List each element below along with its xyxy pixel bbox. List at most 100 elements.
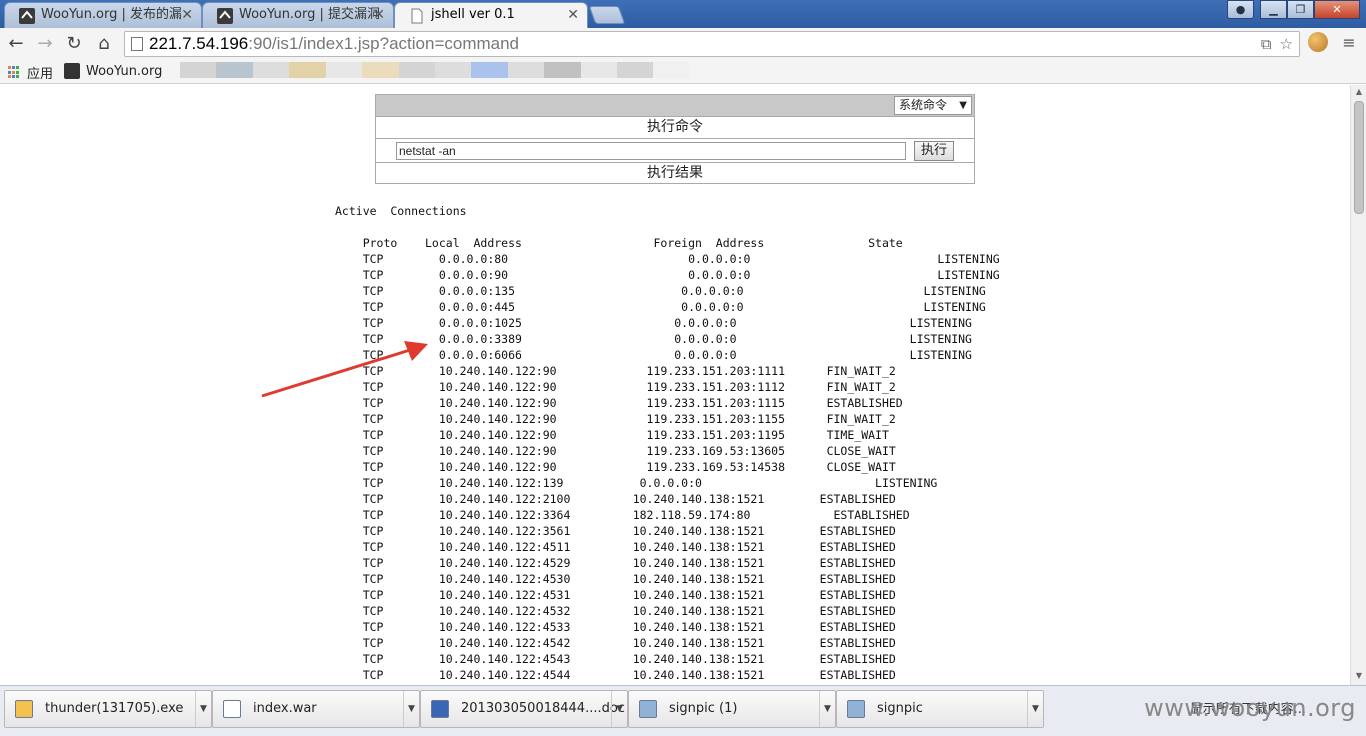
file-icon [223,700,241,718]
download-shelf: thunder(131705).exe ▼ index.war ▼ 201303… [0,685,1366,736]
tab-label: jshell ver 0.1 [431,7,515,22]
output-row: TCP 0.0.0.0:1025 0.0.0.0:0 LISTENING [362,316,972,330]
scroll-up-icon[interactable]: ▲ [1354,87,1364,97]
cookie-extension-icon[interactable] [1308,32,1328,52]
chevron-down-icon[interactable]: ▼ [195,691,211,727]
new-tab-button[interactable] [588,6,626,24]
chevron-down-icon[interactable]: ▼ [1027,691,1043,727]
chevron-down-icon[interactable]: ▼ [611,691,627,727]
output-row: TCP 10.240.140.122:139 0.0.0.0:0 LISTENI… [362,476,938,490]
exec-title: 执行命令 [376,116,974,138]
minimize-icon[interactable]: ▁ [1260,0,1287,19]
vertical-scrollbar[interactable]: ▲ ▼ [1350,85,1366,685]
page-content: 系统命令 ▼ 执行命令 netstat -an 执行 执行结果 Active C… [0,85,1350,685]
watermark: www.wooyun.org [1144,694,1356,722]
output-row: TCP 10.240.140.122:90 119.233.169.53:136… [362,444,896,458]
command-output: Active Connections Proto Local Address F… [335,203,1000,683]
forward-arrow-icon[interactable]: → [33,32,57,56]
dropdown-arrow-icon: ▼ [959,100,967,111]
scroll-down-icon[interactable]: ▼ [1354,671,1364,681]
image-file-icon [639,700,657,718]
output-column-header: Proto Local Address Foreign Address Stat… [335,236,903,250]
output-row: TCP 10.240.140.122:4511 10.240.140.138:1… [362,540,896,554]
output-row: TCP 0.0.0.0:90 0.0.0.0:0 LISTENING [362,268,1000,282]
home-icon[interactable]: ⌂ [92,32,116,56]
tab-label: WooYun.org | 发布的漏洞 [41,7,181,22]
address-bar[interactable]: 221.7.54.196:90/is1/index1.jsp?action=co… [124,31,1300,57]
bookmark-label: WooYun.org [86,63,163,79]
mode-select[interactable]: 系统命令 ▼ [894,96,972,115]
download-item[interactable]: 201303050018444....doc ▼ [420,690,628,728]
download-item[interactable]: signpic (1) ▼ [628,690,836,728]
star-icon[interactable]: ☆ [1280,35,1293,53]
execute-button[interactable]: 执行 [914,141,954,161]
output-row: TCP 0.0.0.0:6066 0.0.0.0:0 LISTENING [362,348,972,362]
scroll-thumb[interactable] [1354,101,1364,214]
output-row: TCP 0.0.0.0:445 0.0.0.0:0 LISTENING [362,300,986,314]
output-row: TCP 10.240.140.122:4542 10.240.140.138:1… [362,636,896,650]
tab-wooyun-published[interactable]: WooYun.org | 发布的漏洞 ✕ [4,2,202,28]
bookmark-wooyun[interactable]: WooYun.org [64,63,162,79]
address-host: 221.7.54.196 [149,34,249,53]
user-icon[interactable]: ● [1227,0,1254,19]
download-item[interactable]: thunder(131705).exe ▼ [4,690,212,728]
download-name: signpic (1) [669,701,738,716]
tab-close-icon[interactable]: ✕ [567,3,579,27]
bookmark-apps[interactable]: 应用 [8,63,53,82]
bookmarks-bar: 应用 WooYun.org [0,60,1366,84]
chevron-down-icon[interactable]: ▼ [403,691,419,727]
download-name: thunder(131705).exe [45,701,184,716]
download-name: 201303050018444....doc [461,701,625,716]
output-row: TCP 10.240.140.122:4529 10.240.140.138:1… [362,556,896,570]
command-form: netstat -an 执行 [376,138,974,162]
maximize-icon[interactable]: ❐ [1287,0,1314,19]
tab-jshell[interactable]: jshell ver 0.1 ✕ [394,2,588,29]
download-item[interactable]: signpic ▼ [836,690,1044,728]
window-close-icon[interactable]: ✕ [1314,0,1360,19]
panel-header: 系统命令 ▼ [376,95,974,116]
back-arrow-icon[interactable]: ← [4,32,28,56]
tab-close-icon[interactable]: ✕ [373,3,385,27]
output-row: TCP 10.240.140.122:4531 10.240.140.138:1… [362,588,896,602]
result-title: 执行结果 [376,162,974,184]
wooyun-favicon-icon [217,8,233,24]
page-icon [409,8,425,24]
output-row: TCP 10.240.140.122:90 119.233.169.53:145… [362,460,896,474]
output-rows: TCP 0.0.0.0:80 0.0.0.0:0 LISTENING TCP 0… [335,252,1000,682]
output-row: TCP 10.240.140.122:90 119.233.151.203:11… [362,396,903,410]
download-name: index.war [253,701,317,716]
download-item[interactable]: index.war ▼ [212,690,420,728]
output-row: TCP 10.240.140.122:3561 10.240.140.138:1… [362,524,896,538]
menu-icon[interactable]: ≡ [1340,32,1358,54]
output-row: TCP 10.240.140.122:2100 10.240.140.138:1… [362,492,896,506]
output-row: TCP 10.240.140.122:4533 10.240.140.138:1… [362,620,896,634]
tab-close-icon[interactable]: ✕ [181,3,193,27]
tab-strip: WooYun.org | 发布的漏洞 ✕ WooYun.org | 提交漏洞 ✕… [0,0,1366,29]
jshell-command-panel: 系统命令 ▼ 执行命令 netstat -an 执行 执行结果 [375,94,975,184]
output-row: TCP 10.240.140.122:4532 10.240.140.138:1… [362,604,896,618]
translate-icon[interactable]: ⧉ [1261,35,1272,53]
address-text: 221.7.54.196:90/is1/index1.jsp?action=co… [149,34,519,54]
output-row: TCP 10.240.140.122:90 119.233.151.203:11… [362,380,896,394]
mode-select-value: 系统命令 [899,98,948,112]
apps-grid-icon [8,66,21,79]
wooyun-favicon-icon [19,8,35,24]
tab-wooyun-submit[interactable]: WooYun.org | 提交漏洞 ✕ [202,2,394,28]
output-row: TCP 10.240.140.122:90 119.233.151.203:11… [362,412,896,426]
window-controls: ● ▁ ❐ ✕ [1227,0,1360,20]
blurred-bookmarks [180,62,690,78]
chevron-down-icon[interactable]: ▼ [819,691,835,727]
command-input[interactable]: netstat -an [396,142,906,160]
exe-file-icon [15,700,33,718]
output-row: TCP 10.240.140.122:4544 10.240.140.138:1… [362,668,896,682]
output-row: TCP 0.0.0.0:80 0.0.0.0:0 LISTENING [362,252,1000,266]
output-row: TCP 10.240.140.122:90 119.233.151.203:11… [362,428,889,442]
output-row: TCP 10.240.140.122:90 119.233.151.203:11… [362,364,896,378]
output-row: TCP 0.0.0.0:135 0.0.0.0:0 LISTENING [362,284,986,298]
browser-toolbar: ← → ↻ ⌂ 221.7.54.196:90/is1/index1.jsp?a… [0,28,1366,60]
word-doc-icon [431,700,449,718]
address-actions: ⧉ ☆ [1261,35,1293,53]
image-file-icon [847,700,865,718]
reload-icon[interactable]: ↻ [62,32,86,56]
output-row: TCP 10.240.140.122:4543 10.240.140.138:1… [362,652,896,666]
